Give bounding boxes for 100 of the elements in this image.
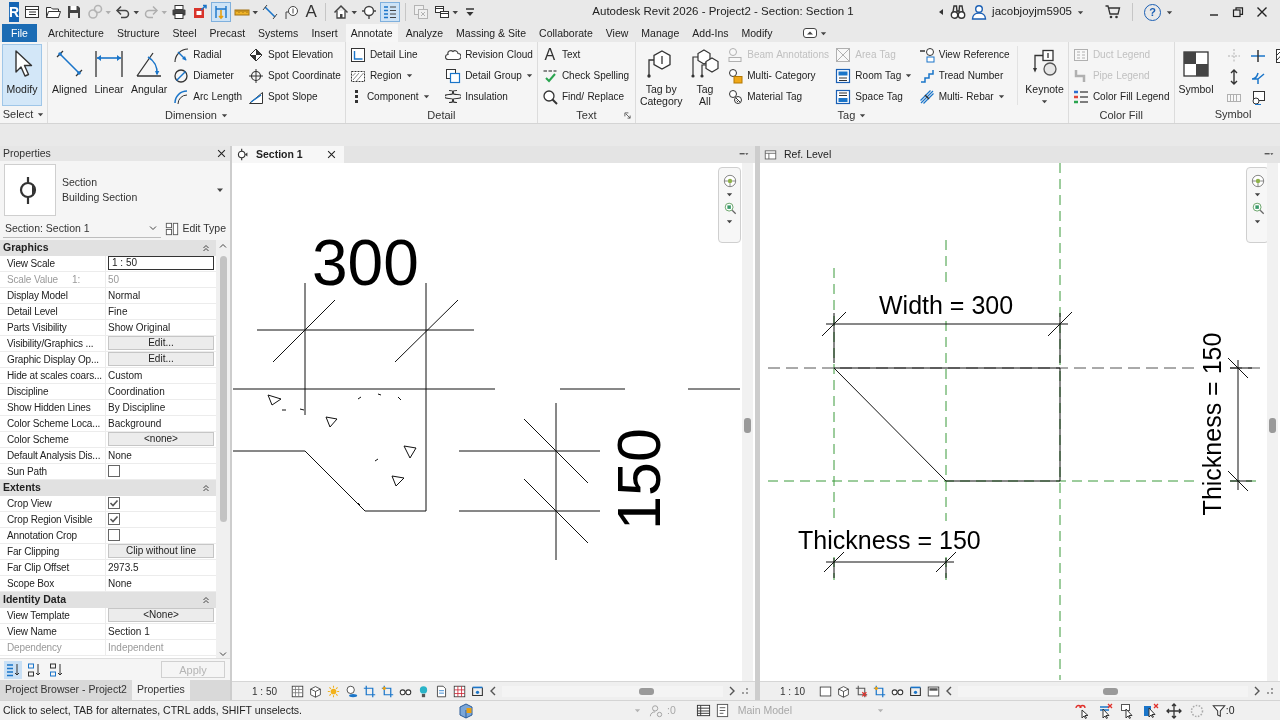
- ribbon-button[interactable]: Arc Length: [171, 86, 245, 107]
- ribbon-button[interactable]: A Text: [539, 44, 632, 65]
- ribbon-button[interactable]: Room Tag: [833, 65, 915, 86]
- dialog-launcher-icon[interactable]: [623, 112, 631, 119]
- scrollbar[interactable]: [216, 239, 230, 659]
- move-cursor-icon[interactable]: [1165, 702, 1182, 719]
- steering-wheel-icon[interactable]: [1250, 174, 1265, 188]
- ribbon-tab[interactable]: Architecture: [42, 24, 109, 42]
- scrollbar[interactable]: [958, 685, 1248, 697]
- ribbon-button[interactable]: View Reference: [916, 44, 1012, 65]
- scrollbar-thumb[interactable]: [219, 255, 227, 522]
- chain-cursor-icon[interactable]: [1073, 702, 1090, 719]
- document-tab[interactable]: Section 1: [232, 146, 344, 163]
- ribbon-button[interactable]: Find/ Replace: [539, 86, 632, 107]
- axis-cross-icon[interactable]: [1249, 48, 1266, 64]
- page-icon[interactable]: [435, 684, 448, 698]
- ribbon-tab[interactable]: Analyze: [400, 24, 449, 42]
- measure-icon[interactable]: [211, 2, 232, 22]
- scrollbar[interactable]: [502, 685, 723, 697]
- ribbon-button[interactable]: Spot Elevation: [246, 44, 343, 65]
- ribbon-tab[interactable]: Massing & Site: [451, 24, 532, 42]
- checkbox[interactable]: [108, 513, 120, 526]
- type-selector[interactable]: Section Building Section: [0, 161, 230, 219]
- chevron-left-icon[interactable]: [489, 686, 497, 696]
- caret-icon[interactable]: [220, 111, 228, 119]
- ribbon-button[interactable]: Space Tag: [833, 86, 915, 107]
- panel-title[interactable]: Tag: [837, 107, 856, 123]
- property-button[interactable]: Edit...: [108, 352, 214, 367]
- ribbon-button[interactable]: Check Spelling: [539, 65, 632, 86]
- caret-icon[interactable]: [859, 111, 867, 119]
- property-button[interactable]: <None>: [108, 608, 214, 623]
- caret-icon[interactable]: [1077, 8, 1084, 16]
- ribbon-button[interactable]: Region: [347, 65, 432, 86]
- ribbon-tab[interactable]: Steel: [167, 24, 202, 42]
- ribbon-button[interactable]: Component: [347, 86, 432, 107]
- ribbon-tab[interactable]: Structure: [111, 24, 165, 42]
- ribbon-button[interactable]: Keynote: [1023, 44, 1066, 106]
- scrollbar[interactable]: [1267, 163, 1278, 681]
- scrollbar-thumb[interactable]: [744, 418, 751, 433]
- crop-x-icon[interactable]: [855, 684, 868, 698]
- close-icon[interactable]: [327, 150, 336, 159]
- property-input[interactable]: 1 : 50: [108, 256, 214, 271]
- ribbon-button[interactable]: Material Tag: [725, 86, 831, 107]
- file-menu-button[interactable]: File: [2, 24, 37, 42]
- ribbon-button[interactable]: Tag by Category: [637, 44, 685, 106]
- filter-icon[interactable]: [1211, 703, 1226, 718]
- screen-icon[interactable]: [1249, 90, 1266, 106]
- ribbon-tab[interactable]: Insert: [306, 24, 343, 42]
- ribbon-tab[interactable]: Precast: [204, 24, 251, 42]
- zoom-icon[interactable]: [722, 201, 737, 215]
- framed-dot-icon[interactable]: [471, 684, 484, 698]
- instance-dropdown[interactable]: Section: Section 1: [3, 219, 162, 238]
- chevron-right-icon[interactable]: [1253, 686, 1261, 696]
- view-scale[interactable]: 1 : 10: [780, 683, 814, 699]
- cube-icon[interactable]: [837, 684, 850, 698]
- close-icon[interactable]: [1256, 6, 1268, 18]
- ribbon-button[interactable]: Aligned: [50, 44, 90, 106]
- ribbon-button[interactable]: Symbol: [1176, 44, 1216, 106]
- cursor-folder-icon[interactable]: [1142, 702, 1159, 719]
- ribbon-tab[interactable]: Manage: [636, 24, 685, 42]
- ribbon-button[interactable]: Detail Line: [347, 44, 432, 65]
- view-scale[interactable]: 1 : 50: [252, 683, 286, 699]
- bulb-icon[interactable]: [417, 684, 430, 698]
- ribbon-button[interactable]: Color Fill Legend: [1070, 86, 1172, 107]
- ribbon-tab[interactable]: Collaborate: [534, 24, 598, 42]
- checkbox[interactable]: [108, 497, 120, 510]
- restore-icon[interactable]: [1232, 6, 1244, 18]
- caret-icon[interactable]: [726, 191, 733, 198]
- ribbon-button[interactable]: Angular: [129, 44, 170, 106]
- ribbon-button[interactable]: Spot Coordinate: [246, 65, 343, 86]
- text-tool-button[interactable]: A: [302, 2, 321, 22]
- zoom-icon[interactable]: [1250, 201, 1265, 215]
- chevron-right-icon[interactable]: [728, 686, 736, 696]
- steering-wheel-icon[interactable]: [722, 174, 737, 188]
- ribbon-button[interactable]: Detail Group: [443, 65, 535, 86]
- group-header[interactable]: Graphics: [0, 239, 216, 256]
- panel-tab[interactable]: Properties: [131, 680, 190, 700]
- hatched-square-icon[interactable]: [291, 684, 304, 698]
- close-icon[interactable]: [217, 149, 226, 158]
- chevron-left-icon[interactable]: [945, 686, 953, 696]
- grid-icon[interactable]: [453, 684, 466, 698]
- table-icon[interactable]: [695, 703, 711, 718]
- scrollbar[interactable]: [742, 163, 753, 681]
- property-button[interactable]: Clip without line: [108, 544, 214, 559]
- ribbon-button[interactable]: Radial: [171, 44, 245, 65]
- ribbon-button[interactable]: Tread Number: [916, 65, 1012, 86]
- binoculars-icon[interactable]: [950, 4, 967, 20]
- checkbox[interactable]: [108, 529, 120, 542]
- ribbon-button[interactable]: Multi- Rebar: [916, 86, 1012, 107]
- edit-type-button[interactable]: Edit Type: [165, 221, 226, 237]
- scrollbar-thumb[interactable]: [639, 687, 654, 695]
- caret-icon[interactable]: [1254, 218, 1261, 225]
- thin-lines-icon[interactable]: [380, 2, 401, 22]
- dotted-ring-icon[interactable]: [1188, 702, 1205, 719]
- panel-title[interactable]: Select: [2, 106, 34, 123]
- app-logo[interactable]: R: [9, 2, 20, 22]
- panel-toggle-icon[interactable]: [802, 25, 819, 41]
- user-icon[interactable]: [971, 4, 988, 20]
- caret-left-icon[interactable]: [937, 8, 946, 16]
- checkbox[interactable]: [108, 465, 120, 478]
